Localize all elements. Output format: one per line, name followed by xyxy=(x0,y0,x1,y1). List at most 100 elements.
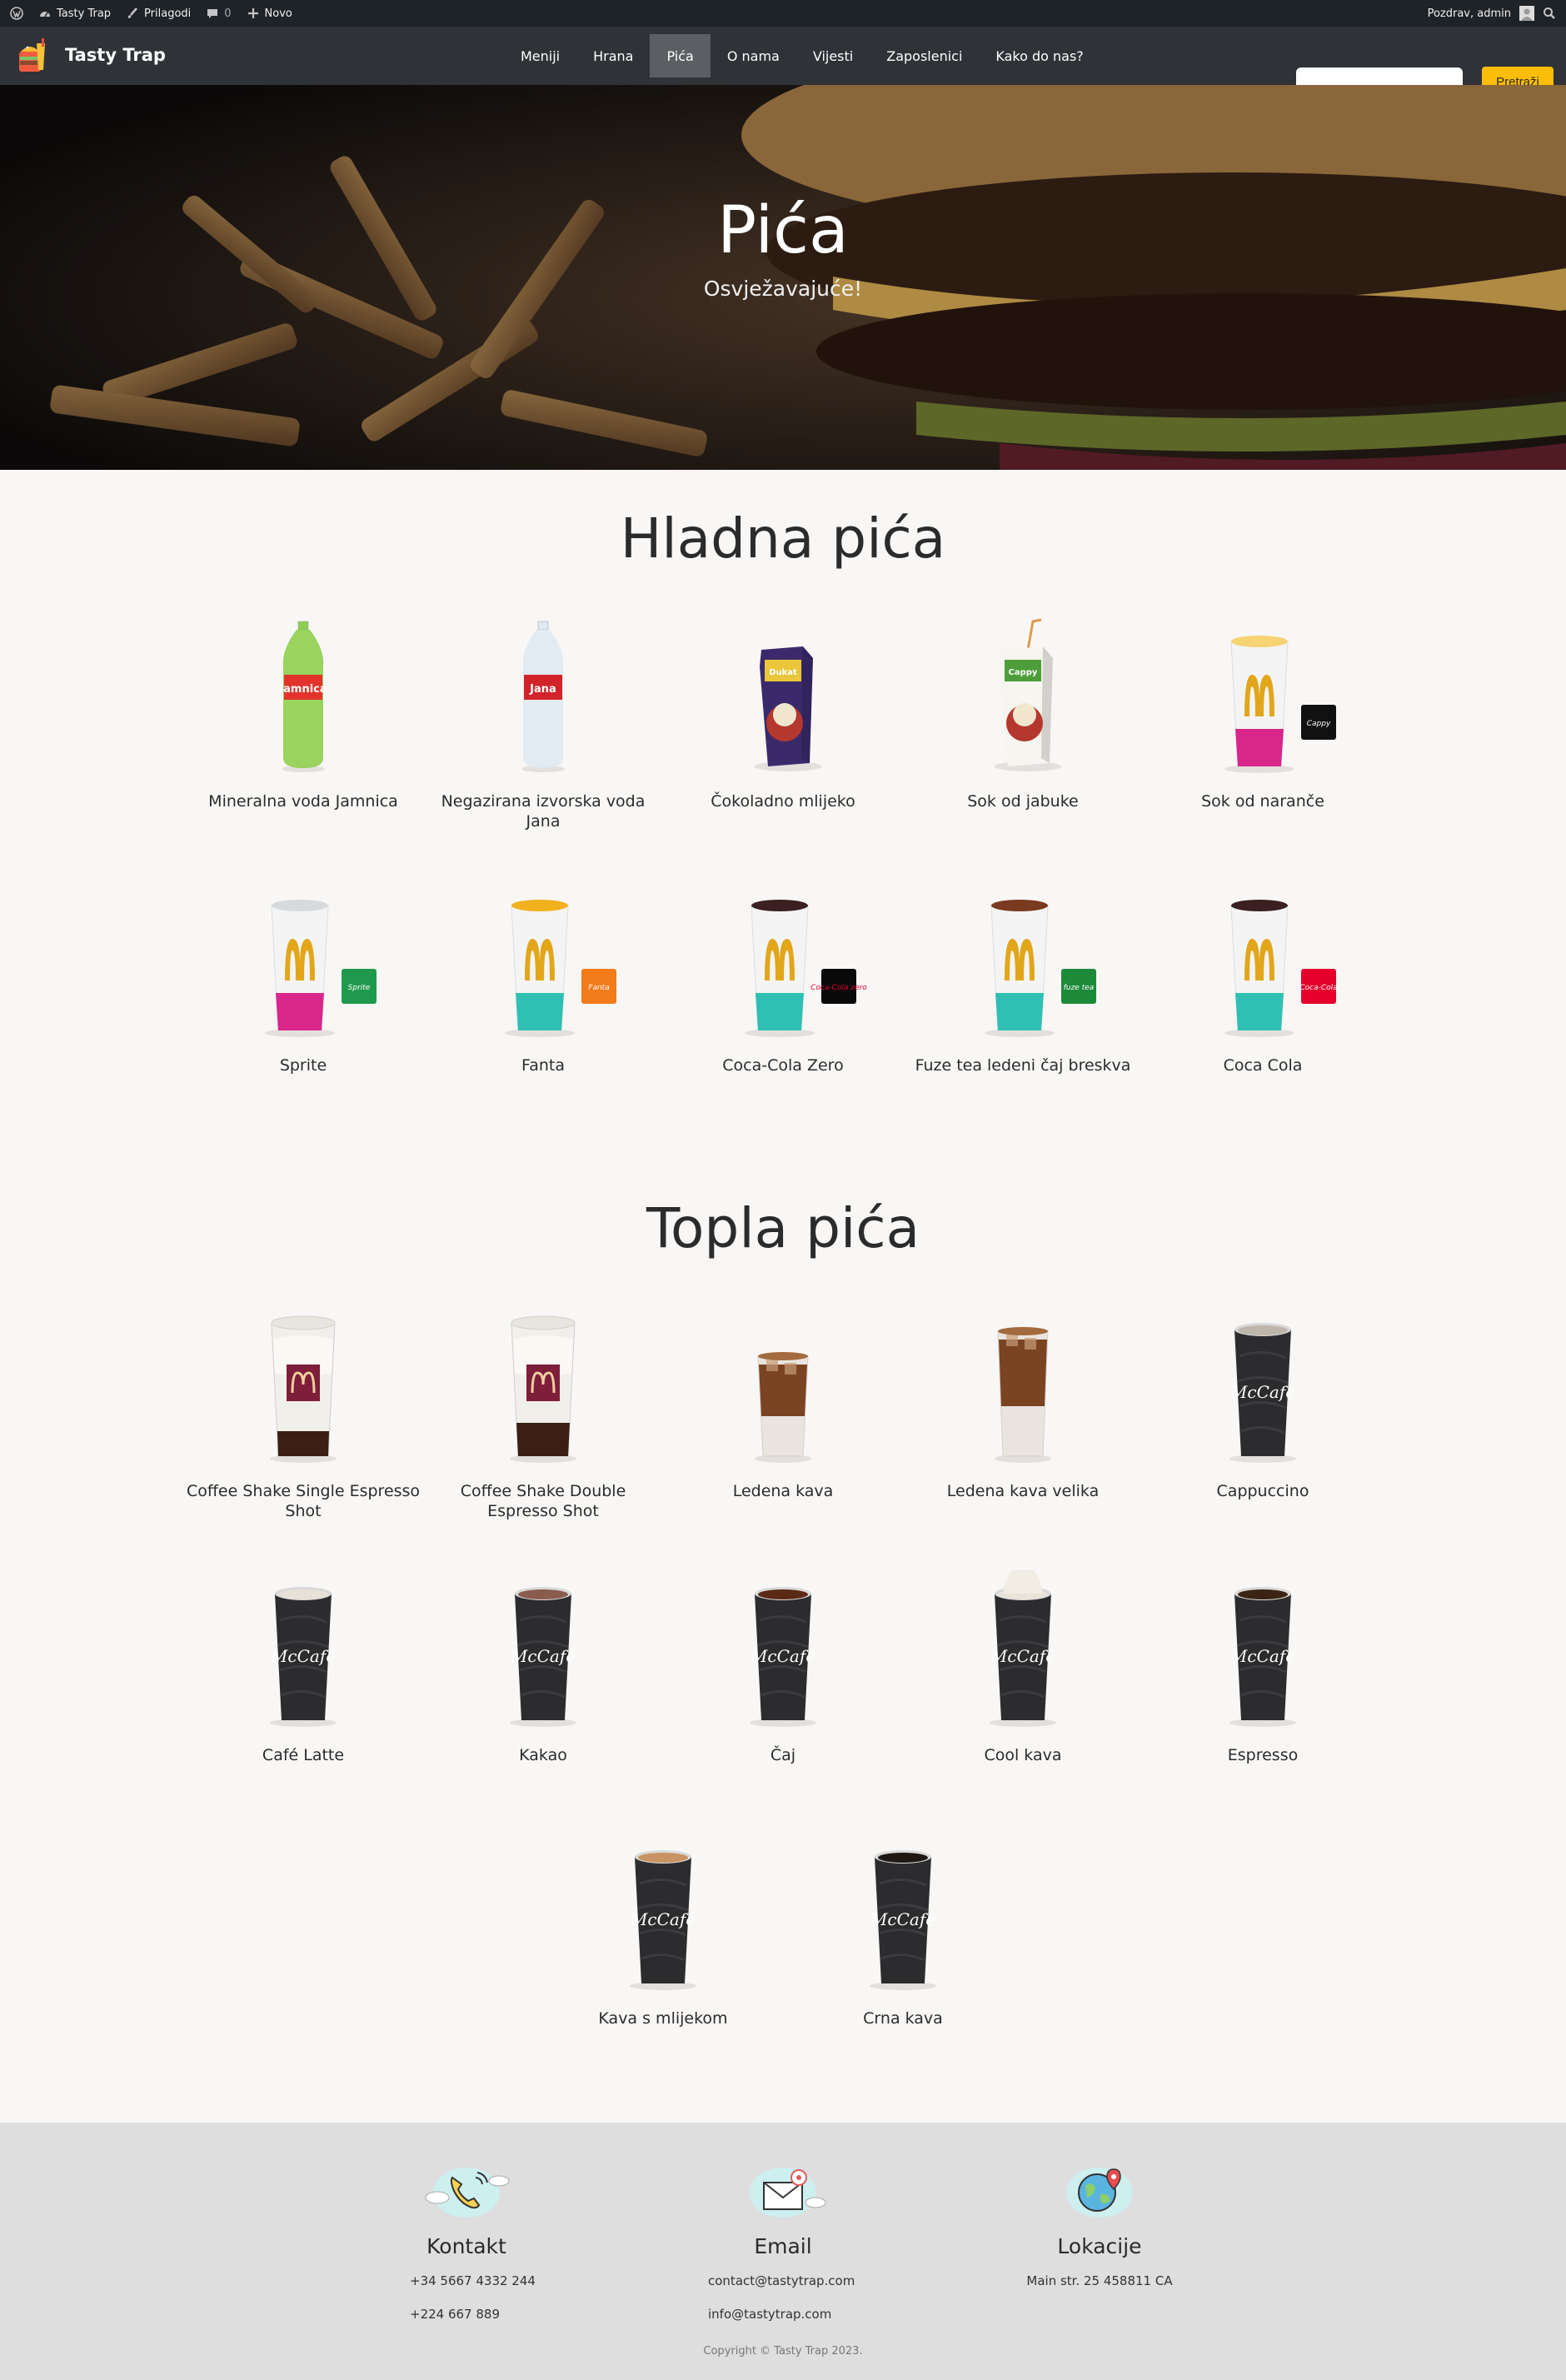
cold-drink-card[interactable]: Dukat Čokoladno mlijeko xyxy=(663,616,903,811)
svg-text:Jana: Jana xyxy=(529,683,556,696)
drink-image: McCafé xyxy=(663,1570,903,1729)
drink-image xyxy=(183,1306,423,1464)
plus-icon xyxy=(247,8,258,18)
hot-drink-card[interactable]: Coffee Shake Double Espresso Shot xyxy=(423,1306,663,1521)
cold-drink-card[interactable]: Coca-Cola Coca Cola xyxy=(1143,881,1383,1075)
svg-text:McCafé: McCafé xyxy=(870,1909,935,1929)
nav-item-4[interactable]: O nama xyxy=(711,34,796,77)
drink-name: Ledena kava xyxy=(732,1482,834,1500)
cold-drink-card[interactable]: fuze tea Fuze tea ledeni čaj breskva xyxy=(903,881,1143,1075)
drink-name: Coca-Cola Zero xyxy=(722,1056,844,1075)
nav-item-3[interactable]: Pića xyxy=(650,34,711,77)
drink-name: Sprite xyxy=(279,1056,327,1075)
hot-drink-card[interactable]: McCafé Kakao xyxy=(423,1570,663,1765)
hot-drink-card[interactable]: McCafé Cappuccino xyxy=(1143,1306,1383,1501)
cold-drink-card[interactable]: Cappy Sok od naranče xyxy=(1143,616,1383,811)
hot-drink-card[interactable]: Ledena kava xyxy=(663,1306,903,1501)
cold-drink-card[interactable]: Jamnica Mineralna voda Jamnica xyxy=(183,616,423,811)
wordpress-logo-icon[interactable] xyxy=(10,7,23,20)
phone-icon xyxy=(412,2156,521,2223)
cold-drink-card[interactable]: Coca-Cola zero Coca-Cola Zero xyxy=(663,881,903,1075)
admin-comments-link[interactable]: 0 xyxy=(206,7,232,20)
drink-name: Ledena kava velika xyxy=(946,1482,1100,1500)
drink-name: Crna kava xyxy=(863,2009,943,2028)
drink-image: Coca-Cola zero xyxy=(663,881,903,1039)
admin-customize-link[interactable]: Prilagodi xyxy=(126,7,191,20)
nav-item-1[interactable]: Meniji xyxy=(504,34,576,77)
hot-drink-card[interactable]: McCafé Crna kava xyxy=(783,1834,1023,2028)
admin-greeting[interactable]: Pozdrav, admin xyxy=(1428,7,1511,20)
main-menu: Meniji Hrana Pića O nama Vijesti Zaposlenici K… xyxy=(504,34,1100,77)
svg-text:Coca-Cola: Coca-Cola xyxy=(1299,984,1337,992)
cold-drink-card[interactable]: Jana Negazirana izvorska voda Jana xyxy=(423,616,663,831)
drink-name: Fuze tea ledeni čaj breskva xyxy=(915,1056,1131,1075)
admin-site-link[interactable]: Tasty Trap xyxy=(38,7,111,20)
copyright: Copyright © Tasty Trap 2023. xyxy=(703,2345,863,2358)
footer-email-1[interactable]: contact@tastytrap.com xyxy=(708,2270,891,2292)
nav-item-7[interactable]: Kako do nas? xyxy=(979,34,1100,77)
svg-text:Dukat: Dukat xyxy=(769,668,797,677)
drink-image: Coca-Cola xyxy=(1143,881,1383,1039)
envelope-icon xyxy=(729,2156,837,2223)
drink-image: McCafé xyxy=(183,1570,423,1729)
svg-text:fuze tea: fuze tea xyxy=(1064,984,1095,992)
comment-icon xyxy=(207,9,218,18)
drink-name: Sok od naranče xyxy=(1201,792,1324,811)
dashboard-icon xyxy=(40,12,50,17)
admin-new-link[interactable]: Novo xyxy=(247,7,292,20)
drink-name: Cool kava xyxy=(984,1746,1062,1764)
drink-name: Cappuccino xyxy=(1216,1482,1309,1500)
cold-drink-card[interactable]: Fanta Fanta xyxy=(423,881,663,1075)
footer-contact: Kontakt +34 5667 4332 244 +224 667 889 xyxy=(358,2156,575,2325)
nav-item-6[interactable]: Zaposlenici xyxy=(870,34,979,77)
svg-text:McCafé: McCafé xyxy=(1229,1382,1295,1402)
hot-drink-card[interactable]: Ledena kava velika xyxy=(903,1306,1143,1501)
drink-image: Jamnica xyxy=(183,616,423,775)
svg-text:Sprite: Sprite xyxy=(348,984,371,992)
drink-image: Jana xyxy=(423,616,663,775)
footer-phone-2[interactable]: +224 667 889 xyxy=(410,2303,575,2325)
footer-phone-1[interactable]: +34 5667 4332 244 xyxy=(410,2270,575,2292)
drink-name: Coffee Shake Double Espresso Shot xyxy=(460,1482,626,1520)
drink-name: Čokoladno mlijeko xyxy=(711,792,855,811)
search-icon[interactable] xyxy=(1543,7,1556,20)
admin-new-label: Novo xyxy=(264,7,292,20)
hot-drink-card[interactable]: McCafé Cool kava xyxy=(903,1567,1143,1765)
hot-drink-card[interactable]: Coffee Shake Single Espresso Shot xyxy=(183,1306,423,1521)
avatar[interactable] xyxy=(1519,6,1534,21)
drink-image: Sprite xyxy=(183,881,423,1039)
svg-text:McCafé: McCafé xyxy=(990,1646,1055,1666)
cold-drink-card[interactable]: Sprite Sprite xyxy=(183,881,423,1075)
hot-drink-card[interactable]: McCafé Čaj xyxy=(663,1570,903,1765)
drink-image: Cappy xyxy=(903,616,1143,775)
main-navbar: Tasty Trap Meniji Hrana Pića O nama Vijesti Z… xyxy=(0,27,1566,97)
cold-drink-card[interactable]: Cappy Sok od jabuke xyxy=(903,616,1143,811)
drink-image: McCafé xyxy=(783,1834,1023,1992)
svg-text:McCafé: McCafé xyxy=(1229,1646,1295,1666)
footer-email-title: Email xyxy=(754,2234,812,2258)
nav-item-5[interactable]: Vijesti xyxy=(796,34,870,77)
footer-locations-title: Lokacije xyxy=(1057,2234,1142,2258)
svg-text:McCafé: McCafé xyxy=(270,1646,336,1666)
drink-name: Coca Cola xyxy=(1223,1056,1303,1075)
drink-image: Cappy xyxy=(1143,616,1383,775)
svg-text:McCafé: McCafé xyxy=(630,1909,696,1929)
page-subtitle: Osvježavajuće! xyxy=(703,277,863,301)
footer-email: Email contact@tastytrap.com info@tastytr… xyxy=(675,2156,891,2325)
nav-item-2[interactable]: Hrana xyxy=(576,34,650,77)
brand-link[interactable]: Tasty Trap xyxy=(17,37,166,73)
drink-name: Čaj xyxy=(770,1746,796,1764)
admin-bar: Tasty Trap Prilagodi 0 Novo Pozdrav, adm… xyxy=(0,0,1566,27)
drink-name: Negazirana izvorska voda Jana xyxy=(441,792,646,831)
drink-image: McCafé xyxy=(1143,1306,1383,1464)
drink-image: Fanta xyxy=(423,881,663,1039)
hot-drink-card[interactable]: McCafé Kava s mlijekom xyxy=(543,1834,783,2028)
svg-text:Jamnica: Jamnica xyxy=(278,683,327,696)
drink-image: McCafé xyxy=(423,1570,663,1729)
footer-locations: Lokacije Main str. 25 458811 CA xyxy=(991,2156,1208,2292)
footer-email-2[interactable]: info@tastytrap.com xyxy=(708,2303,891,2325)
hot-drink-card[interactable]: McCafé Espresso xyxy=(1143,1570,1383,1765)
footer-contact-title: Kontakt xyxy=(426,2234,506,2258)
admin-comments-count: 0 xyxy=(224,7,232,20)
hot-drink-card[interactable]: McCafé Café Latte xyxy=(183,1570,423,1765)
